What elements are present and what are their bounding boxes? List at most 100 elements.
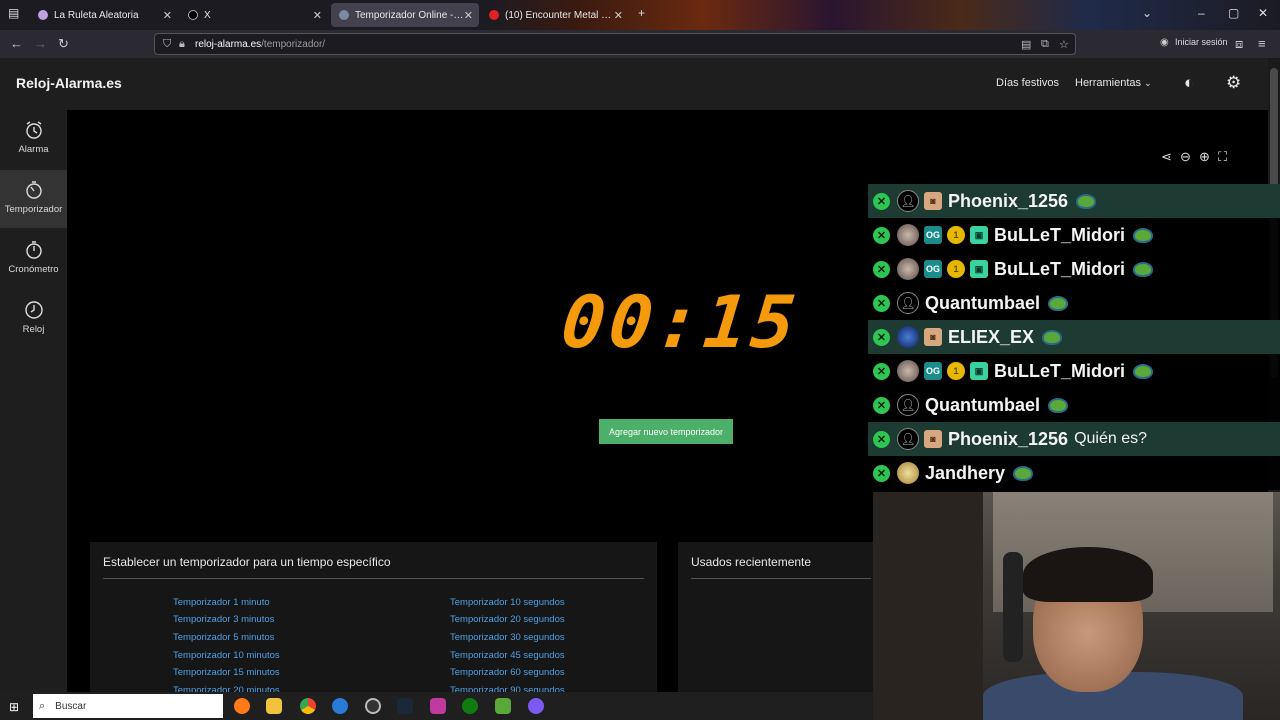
tab-title: Temporizador Online - Reloj-Al <box>355 9 465 21</box>
shield-icon[interactable]: ⛉ <box>163 38 171 51</box>
tab-close-icon[interactable]: ✕ <box>163 9 172 22</box>
timer-link[interactable]: Temporizador 60 segundos <box>450 667 565 678</box>
tab-close-icon[interactable]: ✕ <box>614 9 623 22</box>
tab-title: La Ruleta Aleatoria <box>54 9 139 21</box>
taskbar-search-box[interactable]: ⌕ Buscar <box>33 694 223 718</box>
nav-tools[interactable]: Herramientas ⌄ <box>1075 77 1152 89</box>
remove-participant-icon[interactable]: ✕ <box>873 192 890 210</box>
account-icon[interactable]: ◉ <box>1160 37 1169 48</box>
timer-link[interactable]: Temporizador 20 segundos <box>450 614 565 625</box>
xbox-icon[interactable] <box>462 698 478 714</box>
windows-start-icon[interactable]: ⊞ <box>9 700 19 714</box>
chat-username: BuLLeT_Midori <box>994 360 1125 381</box>
sidebar-item-cronometro[interactable]: Cronómetro <box>0 230 67 288</box>
url-bar[interactable]: ⛉ 🔒︎ reloj-alarma.es/temporizador/ ▤ ⧉ ☆ <box>154 33 1076 55</box>
avatar <box>897 326 919 348</box>
forward-icon[interactable]: → <box>34 36 47 51</box>
remove-participant-icon[interactable]: ✕ <box>873 362 890 380</box>
bookmark-star-icon[interactable]: ☆ <box>1059 38 1069 51</box>
remove-participant-icon[interactable]: ✕ <box>873 328 890 346</box>
webcam-microphone-arm <box>1003 552 1023 662</box>
sidebar-item-label: Cronómetro <box>8 264 59 275</box>
fullscreen-icon[interactable]: ⛶ <box>1218 149 1227 165</box>
nav-tools-label: Herramientas <box>1075 77 1142 89</box>
file-explorer-icon[interactable] <box>266 698 282 714</box>
remove-participant-icon[interactable]: ✕ <box>873 464 890 482</box>
coin-badge-icon: 1 <box>947 362 965 380</box>
share-icon[interactable]: ⋖ <box>1161 149 1172 165</box>
frog-emote-icon <box>1048 397 1069 413</box>
webcam-shelf <box>873 492 983 720</box>
sidebar-item-label: Reloj <box>22 324 45 335</box>
favicon-icon <box>489 10 499 20</box>
timer-link[interactable]: Temporizador 45 segundos <box>450 650 565 661</box>
timer-link[interactable]: Temporizador 30 segundos <box>450 632 565 643</box>
steam-icon[interactable] <box>397 698 413 714</box>
browser-tab-1[interactable]: X ✕ <box>180 3 328 27</box>
webcam-feed <box>873 492 1280 720</box>
avatar <box>897 224 919 246</box>
timer-link[interactable]: Temporizador 15 minutos <box>173 667 280 678</box>
remove-participant-icon[interactable]: ✕ <box>873 396 890 414</box>
lock-icon[interactable]: 🔒︎ <box>179 38 185 51</box>
chat-username: Quantumbael <box>925 394 1041 415</box>
chat-message-row: ✕ ◙ ELIEX_EX <box>868 320 1280 354</box>
chevron-down-icon: ⌄ <box>1144 78 1152 88</box>
remove-participant-icon[interactable]: ✕ <box>873 226 890 244</box>
settings-gear-icon[interactable]: ⚙ <box>1226 73 1241 93</box>
avatar <box>897 258 919 280</box>
back-icon[interactable]: ← <box>10 36 23 51</box>
tab-close-icon[interactable]: ✕ <box>313 9 322 22</box>
remove-participant-icon[interactable]: ✕ <box>873 260 890 278</box>
timer-link[interactable]: Temporizador 10 minutos <box>173 650 280 661</box>
new-tab-icon[interactable]: + <box>638 6 645 20</box>
sidebar-item-temporizador[interactable]: Temporizador <box>0 170 67 228</box>
timer-link[interactable]: Temporizador 1 minuto <box>173 597 270 608</box>
coin-badge-icon: 1 <box>947 260 965 278</box>
minecraft-icon[interactable] <box>495 698 511 714</box>
timer-link[interactable]: Temporizador 5 minutos <box>173 632 274 643</box>
chevron-down-icon[interactable]: ⌄ <box>1142 6 1152 20</box>
browser-tab-2[interactable]: Temporizador Online - Reloj-Al ✕ <box>331 3 479 27</box>
nav-holidays[interactable]: Días festivos <box>996 77 1059 89</box>
frog-emote-icon <box>1133 227 1153 243</box>
chrome-icon[interactable] <box>300 698 316 714</box>
tab-close-icon[interactable]: ✕ <box>464 9 473 22</box>
site-logo[interactable]: Reloj-Alarma.es <box>16 75 122 91</box>
timer-link[interactable]: Temporizador 10 segundos <box>450 597 565 608</box>
browser-tab-3[interactable]: (10) Encounter Metal Gear ✕ <box>481 3 629 27</box>
sidebar-item-reloj[interactable]: Reloj <box>0 290 67 348</box>
app-icon[interactable] <box>430 698 446 714</box>
zoom-in-icon[interactable]: ⊕ <box>1199 149 1210 165</box>
remove-participant-icon[interactable]: ✕ <box>873 294 890 312</box>
sidebar-item-alarma[interactable]: Alarma <box>0 110 67 168</box>
remove-participant-icon[interactable]: ✕ <box>873 430 890 448</box>
app2-icon[interactable] <box>528 698 544 714</box>
timer-link[interactable]: Temporizador 3 minutos <box>173 614 274 625</box>
chat-username: ELIEX_EX <box>948 326 1035 347</box>
browser-tab-bar: ▤ La Ruleta Aleatoria ✕ X ✕ Temporizador… <box>0 0 1280 30</box>
close-icon[interactable]: ✕ <box>1258 6 1268 20</box>
extensions-icon[interactable]: ⧈ <box>1235 36 1243 52</box>
minimize-icon[interactable]: – <box>1198 6 1205 20</box>
signin-link[interactable]: Iniciar sesión <box>1175 37 1228 47</box>
chat-username: Jandhery <box>925 462 1006 483</box>
avatar: 👤︎ <box>897 394 919 416</box>
reader-view-icon[interactable]: ▤ <box>1021 38 1031 51</box>
specific-timer-panel: Establecer un temporizador para un tiemp… <box>90 542 657 696</box>
frog-emote-icon <box>1076 193 1097 209</box>
browser-tab-0[interactable]: La Ruleta Aleatoria ✕ <box>30 3 178 27</box>
avatar: 👤︎ <box>897 190 919 212</box>
reload-icon[interactable]: ↻ <box>58 36 69 52</box>
menu-icon[interactable]: ≡ <box>1258 36 1266 51</box>
ccleaner-icon[interactable] <box>332 698 348 714</box>
clock-icon <box>24 301 43 319</box>
zoom-out-icon[interactable]: ⊖ <box>1180 149 1191 165</box>
add-timer-button[interactable]: Agregar nuevo temporizador <box>599 419 733 444</box>
firefox-icon[interactable] <box>234 698 250 714</box>
theme-toggle-icon[interactable]: ◐ <box>1184 73 1194 93</box>
maximize-icon[interactable]: ▢ <box>1228 6 1239 20</box>
pip-icon[interactable]: ⧉ <box>1041 38 1049 51</box>
tab-list-icon[interactable]: ▤ <box>8 6 19 20</box>
obs-icon[interactable] <box>365 698 381 714</box>
